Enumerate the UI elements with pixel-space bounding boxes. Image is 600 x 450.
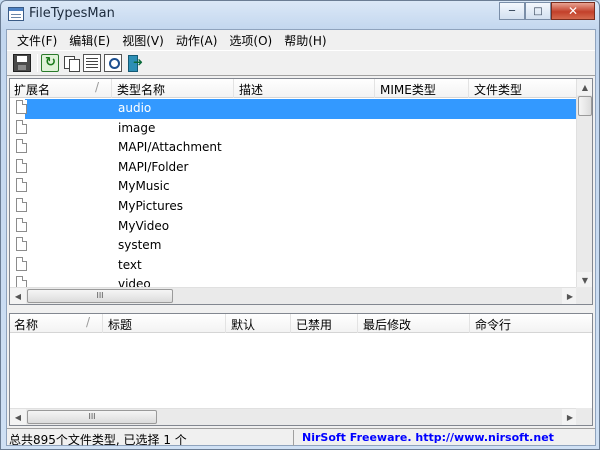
menu-view[interactable]: 视图(V) (116, 30, 170, 49)
minimize-icon: ─ (508, 5, 516, 17)
file-icon (16, 178, 27, 193)
type-name-cell: text (118, 257, 142, 272)
file-types-list[interactable]: 扩展名 / 类型名称 描述 MIME类型 文件类型 audio image MAPI/… (9, 78, 593, 305)
column-command-line[interactable]: 命令行 (471, 314, 592, 333)
nirsoft-link[interactable]: NirSoft Freeware. http://www.nirsoft.net (293, 430, 593, 446)
menu-bar: 文件(F) 编辑(E) 视图(V) 动作(A) 选项(O) 帮助(H) (7, 30, 595, 49)
refresh-icon[interactable] (41, 54, 59, 72)
horizontal-scrollbar[interactable]: ◀ III ▶ (10, 287, 578, 304)
file-types-rows: audio image MAPI/Attachment MAPI/Folder MyMu… (10, 99, 578, 288)
selection-highlight (25, 99, 578, 119)
app-window: FileTypesMan ─ □ ✕ 文件(F) 编辑(E) 视图(V) 动作(… (0, 0, 600, 450)
toolbar-separator (37, 54, 38, 72)
column-file-type[interactable]: 文件类型 (470, 79, 592, 98)
scroll-down-icon[interactable]: ▼ (577, 272, 592, 288)
exit-icon[interactable] (125, 54, 143, 72)
file-icon (16, 139, 27, 154)
type-name-cell: MyVideo (118, 218, 170, 233)
properties-icon[interactable] (83, 54, 101, 72)
file-icon (16, 119, 27, 134)
table-row[interactable]: system (10, 236, 578, 256)
status-bar: 总共895个文件类型, 已选择 1 个 NirSoft Freeware. ht… (7, 428, 595, 447)
column-description[interactable]: 描述 (235, 79, 375, 98)
table-row[interactable]: MAPI/Folder (10, 158, 578, 178)
file-icon (16, 237, 27, 252)
menu-help[interactable]: 帮助(H) (278, 30, 332, 49)
file-icon (16, 100, 27, 114)
column-caption[interactable]: 标题 (104, 314, 226, 333)
status-count: 总共895个文件类型, 已选择 1 个 (9, 433, 187, 447)
copy-icon[interactable] (62, 54, 80, 72)
menu-options[interactable]: 选项(O) (223, 30, 278, 49)
scroll-up-icon[interactable]: ▲ (577, 79, 592, 95)
file-icon (16, 256, 27, 271)
column-type-name[interactable]: 类型名称 (113, 79, 234, 98)
table-row[interactable]: MyPictures (10, 197, 578, 217)
column-extension[interactable]: 扩展名 / (10, 79, 112, 98)
scroll-corner (576, 287, 592, 304)
scroll-corner (576, 408, 592, 425)
vertical-scrollbar[interactable]: ▲ ▼ (576, 79, 592, 288)
file-types-header: 扩展名 / 类型名称 描述 MIME类型 文件类型 (10, 79, 592, 98)
close-icon: ✕ (567, 4, 579, 18)
type-name-cell: MyPictures (118, 199, 183, 213)
type-name-cell: audio (118, 101, 152, 115)
column-default[interactable]: 默认 (227, 314, 291, 333)
vertical-scroll-thumb[interactable] (578, 96, 592, 116)
type-name-cell: MAPI/Attachment (118, 140, 222, 155)
type-name-cell: image (118, 120, 156, 135)
maximize-icon: □ (533, 5, 543, 17)
menu-action[interactable]: 动作(A) (170, 30, 224, 49)
column-name[interactable]: 名称 / (10, 314, 103, 333)
toolbar (7, 50, 595, 76)
type-name-cell: MyMusic (118, 179, 170, 194)
maximize-button[interactable]: □ (525, 2, 551, 20)
sort-indicator-icon: / (85, 315, 90, 329)
type-name-cell: system (118, 238, 162, 253)
horizontal-scroll-thumb[interactable]: III (27, 289, 173, 303)
table-row[interactable]: text (10, 256, 578, 276)
horizontal-scrollbar[interactable]: ◀ III ▶ (10, 408, 578, 425)
table-row[interactable]: audio (10, 99, 578, 119)
column-modified[interactable]: 最后修改 (359, 314, 470, 333)
client-area: 文件(F) 编辑(E) 视图(V) 动作(A) 选项(O) 帮助(H) 扩展名/… (6, 29, 596, 447)
menu-edit[interactable]: 编辑(E) (63, 30, 116, 49)
save-icon[interactable] (13, 54, 31, 72)
table-row[interactable]: MyMusic (10, 177, 578, 197)
app-icon (8, 7, 24, 21)
column-disabled[interactable]: 已禁用 (292, 314, 358, 333)
file-icon (16, 217, 27, 232)
scroll-left-icon[interactable]: ◀ (10, 409, 26, 425)
file-icon (16, 198, 27, 212)
minimize-button[interactable]: ─ (499, 2, 525, 20)
table-row[interactable]: MyVideo (10, 217, 578, 237)
type-name-cell: MAPI/Folder (118, 159, 189, 174)
close-button[interactable]: ✕ (551, 2, 595, 20)
actions-list[interactable]: 名称 / 标题 默认 已禁用 最后修改 命令行 ◀ III ▶ (9, 313, 593, 426)
sort-indicator-icon: / (94, 80, 99, 94)
column-mime-type[interactable]: MIME类型 (376, 79, 469, 98)
file-icon (16, 158, 27, 173)
scroll-left-icon[interactable]: ◀ (10, 288, 26, 304)
table-row[interactable]: image (10, 119, 578, 139)
actions-header: 名称 / 标题 默认 已禁用 最后修改 命令行 (10, 314, 592, 333)
title-bar[interactable]: FileTypesMan ─ □ ✕ (1, 1, 600, 29)
horizontal-scroll-thumb[interactable]: III (27, 410, 157, 424)
window-title: FileTypesMan (29, 6, 115, 21)
table-row[interactable]: MAPI/Attachment (10, 138, 578, 158)
find-icon[interactable] (104, 54, 122, 72)
menu-file[interactable]: 文件(F) (11, 30, 63, 49)
